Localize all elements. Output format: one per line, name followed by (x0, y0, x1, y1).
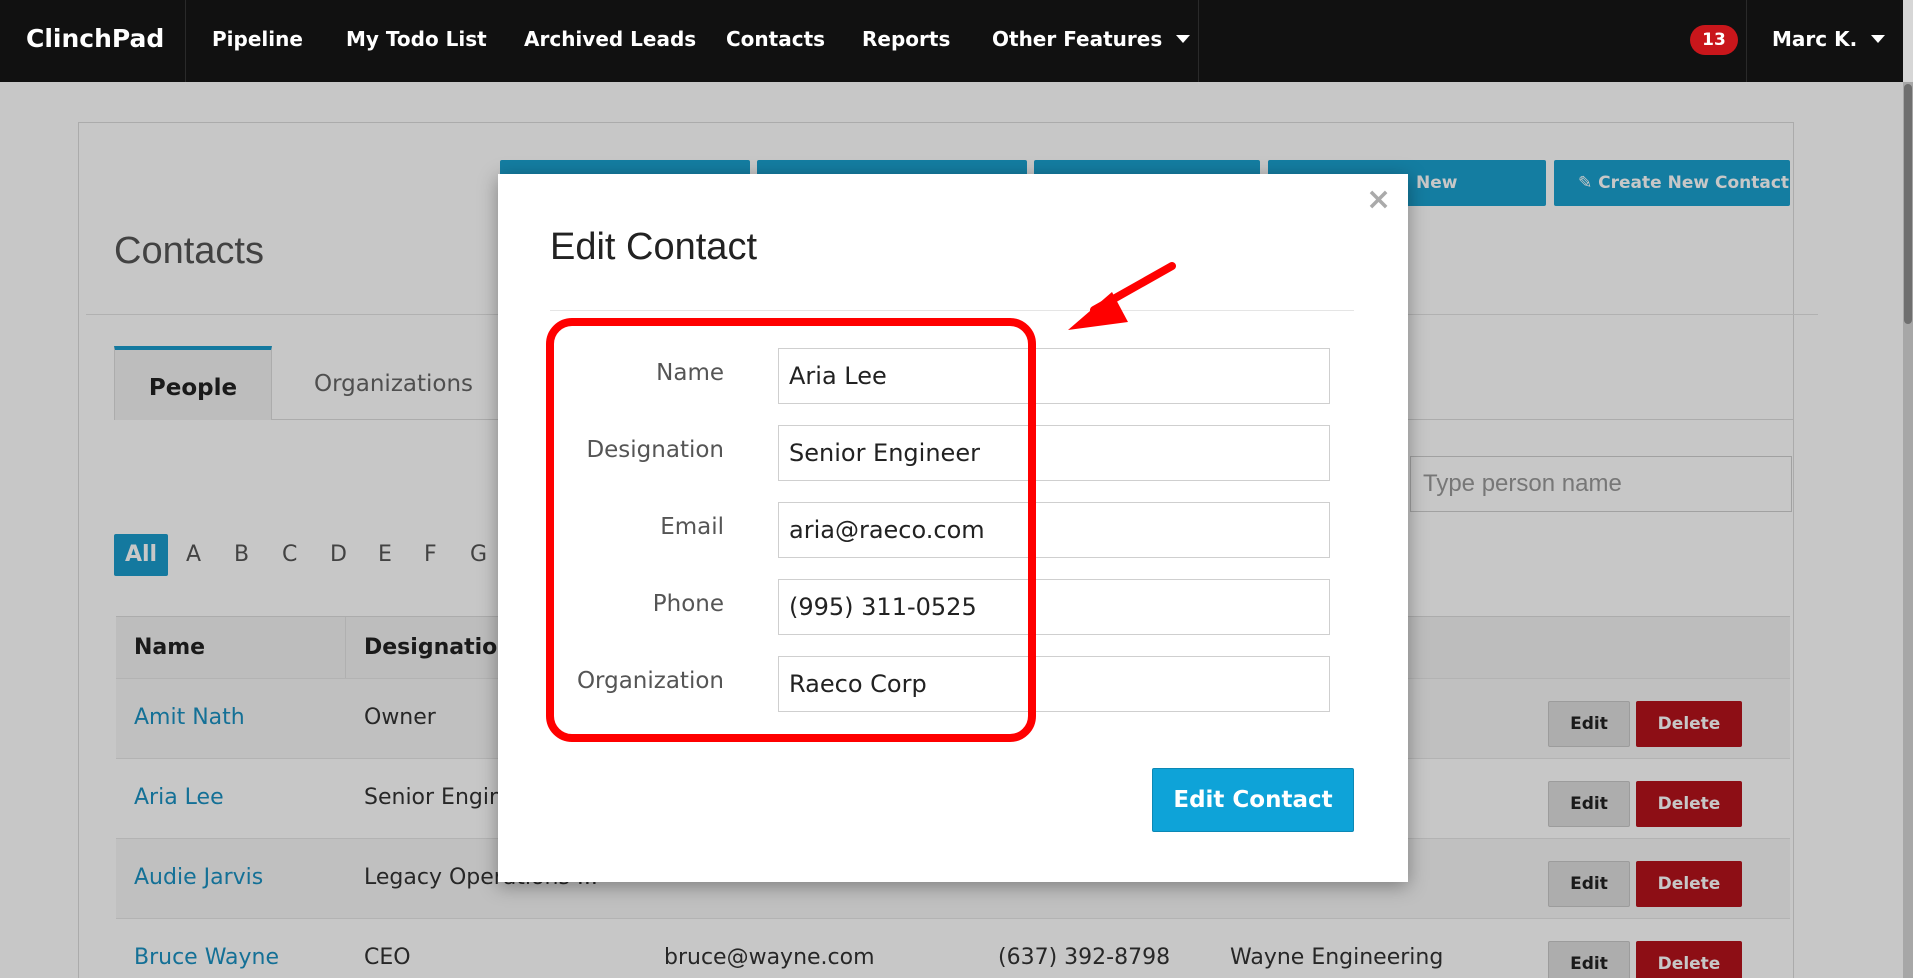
nav-pipeline[interactable]: Pipeline (212, 0, 303, 82)
modal-title: Edit Contact (550, 226, 757, 268)
modal-divider (550, 310, 1354, 311)
top-navbar: ClinchPad Pipeline My Todo List Archived… (0, 0, 1913, 82)
nav-archived-leads[interactable]: Archived Leads (524, 0, 696, 82)
nav-reports[interactable]: Reports (862, 0, 950, 82)
brand-logo[interactable]: ClinchPad (0, 0, 186, 82)
nav-contacts[interactable]: Contacts (726, 0, 825, 82)
nav-todo-list[interactable]: My Todo List (346, 0, 487, 82)
caret-down-icon (1871, 34, 1886, 43)
nav-divider (1746, 0, 1747, 82)
nav-other-features-label: Other Features (992, 27, 1163, 51)
user-menu[interactable]: Marc K. (1772, 0, 1886, 82)
notification-badge[interactable]: 13 (1690, 25, 1738, 55)
close-icon[interactable]: × (1366, 182, 1391, 217)
nav-divider (1198, 0, 1199, 82)
user-name: Marc K. (1772, 27, 1858, 51)
annotation-arrow-icon (1068, 262, 1176, 330)
annotation-highlight-box (546, 318, 1036, 742)
edit-contact-submit-button[interactable]: Edit Contact (1152, 768, 1354, 832)
caret-down-icon (1176, 34, 1191, 43)
nav-other-features[interactable]: Other Features (992, 0, 1191, 82)
